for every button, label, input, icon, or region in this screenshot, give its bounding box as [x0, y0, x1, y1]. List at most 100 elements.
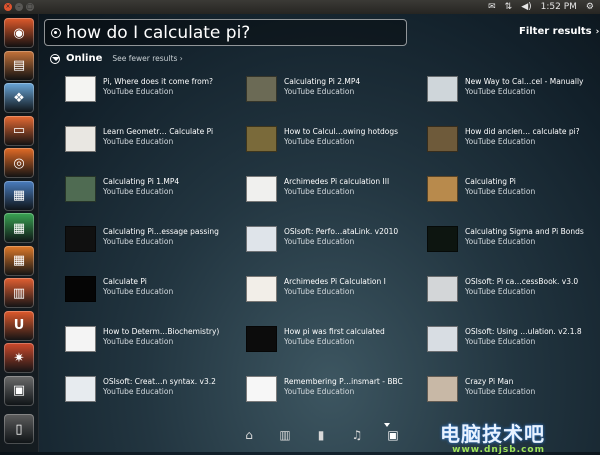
impress-icon: ▦	[12, 253, 26, 268]
result-title: Learn Geometr… Calculate Pi	[103, 127, 214, 136]
launcher-item[interactable]: ▣	[4, 375, 34, 406]
launcher-item[interactable]: ▤	[4, 50, 34, 81]
result-source: YouTube Education	[103, 337, 174, 346]
result-title: Calculating Pi	[465, 177, 516, 186]
launcher-item[interactable]: ◎	[4, 148, 34, 178]
clock[interactable]: 1:52 PM	[541, 2, 577, 12]
home-lens-icon[interactable]: ⌂	[240, 428, 258, 442]
network-icon[interactable]: ⇅	[505, 2, 513, 12]
video-thumbnail	[427, 76, 458, 102]
section-title: Online	[66, 53, 103, 64]
launcher-item[interactable]: ▯	[4, 414, 34, 444]
result-item[interactable]: Archimedes Pi calculation III YouTube Edu…	[246, 176, 424, 208]
result-source: YouTube Education	[284, 237, 355, 246]
result-source: YouTube Education	[103, 287, 174, 296]
result-source: YouTube Education	[284, 287, 355, 296]
result-item[interactable]: Calculating Pi 1.MP4 YouTube Education	[65, 176, 243, 208]
result-title: How pi was first calculated	[284, 327, 385, 336]
result-title: How did ancien… calculate pi?	[465, 127, 580, 136]
launcher-item[interactable]: ▭	[4, 115, 34, 146]
result-item[interactable]: Remembering P…insmart - BBC YouTube Educa…	[246, 376, 424, 408]
result-item[interactable]: Calculating Pi 2.MP4 YouTube Education	[246, 76, 424, 108]
result-item[interactable]: OSIsoft: Pi ca…cessBook. v3.0 YouTube Edu…	[427, 276, 600, 308]
result-title: How to Determ…Biochemistry)	[103, 327, 220, 336]
launcher-item[interactable]: ◉	[4, 18, 34, 48]
close-icon[interactable]: ×	[4, 3, 12, 11]
launcher-item[interactable]: ▥	[4, 278, 34, 308]
result-item[interactable]: Calculate Pi YouTube Education	[65, 276, 243, 308]
result-source: YouTube Education	[284, 87, 355, 96]
folder-icon: ▭	[12, 123, 26, 138]
result-item[interactable]: OSIsoft: Using …ulation. v2.1.8 YouTube E…	[427, 326, 600, 358]
result-title: Crazy Pi Man	[465, 377, 514, 386]
result-item[interactable]: Calculating Sigma and Pi Bonds YouTube Ed…	[427, 226, 600, 258]
video-thumbnail	[246, 276, 277, 302]
music-lens-icon[interactable]: ♫	[348, 428, 366, 442]
result-source: YouTube Education	[103, 137, 174, 146]
result-title: Calculating Pi 2.MP4	[284, 77, 361, 86]
result-item[interactable]: How to Calcul…owing hotdogs YouTube Educa…	[246, 126, 424, 158]
video-lens-icon[interactable]: ▣	[384, 428, 402, 442]
files-lens-icon[interactable]: ▮	[312, 428, 330, 442]
result-item[interactable]: How did ancien… calculate pi? YouTube Edu…	[427, 126, 600, 158]
gear-icon[interactable]: ⚙	[586, 2, 594, 12]
result-title: OSIsoft: Creat…n syntax. v3.2	[103, 377, 216, 386]
result-title: How to Calcul…owing hotdogs	[284, 127, 399, 136]
volume-icon[interactable]: ◀)	[521, 2, 531, 12]
launcher-item[interactable]: ✷	[4, 343, 34, 373]
minimize-icon[interactable]: –	[15, 3, 23, 11]
video-thumbnail	[427, 376, 458, 402]
result-item[interactable]: OSIsoft: Creat…n syntax. v3.2 YouTube Edu…	[65, 376, 243, 408]
chevron-right-icon: ›	[179, 54, 183, 63]
chevron-right-icon: ›	[595, 26, 600, 37]
launcher-item[interactable]: ▦	[4, 180, 34, 211]
video-thumbnail	[65, 126, 96, 152]
result-title: Archimedes Pi calculation III	[284, 177, 390, 186]
maximize-icon[interactable]: □	[26, 3, 34, 11]
online-category-icon	[50, 53, 60, 64]
result-item[interactable]: Calculating Pi YouTube Education	[427, 176, 600, 208]
result-item[interactable]: Crazy Pi Man YouTube Education	[427, 376, 600, 408]
window-controls: × – □	[4, 3, 34, 11]
software-center-icon: ▥	[12, 285, 26, 301]
writer-icon: ▦	[12, 188, 26, 203]
video-thumbnail	[246, 376, 277, 402]
result-item[interactable]: How pi was first calculated YouTube Educa…	[246, 326, 424, 358]
launcher-item[interactable]: U	[4, 310, 34, 341]
online-section-header: Online See fewer results ›	[50, 53, 183, 64]
filter-results-button[interactable]: Filter results ›	[519, 26, 599, 37]
result-title: Remembering P…insmart - BBC	[284, 377, 403, 386]
video-thumbnail	[246, 126, 277, 152]
result-source: YouTube Education	[284, 337, 355, 346]
result-item[interactable]: How to Determ…Biochemistry) YouTube Educa…	[65, 326, 243, 358]
disk-icon: ▤	[12, 58, 26, 73]
trash-icon: ▯	[15, 421, 23, 437]
result-item[interactable]: OSIsoft: Perfo…ataLink. v2010 YouTube Edu…	[246, 226, 424, 258]
video-thumbnail	[65, 226, 96, 252]
applications-lens-icon[interactable]: ▥	[276, 428, 294, 442]
launcher-item[interactable]: ▦	[4, 213, 34, 243]
watermark-url: www.dnjsb.com	[452, 445, 545, 455]
launcher-item[interactable]: ❖	[4, 83, 34, 113]
result-item[interactable]: Archimedes Pi Calculation I YouTube Educa…	[246, 276, 424, 308]
video-thumbnail	[246, 76, 277, 102]
result-item[interactable]: Calculating Pi…essage passing YouTube Edu…	[65, 226, 243, 258]
lens-bar: ⌂ ▥ ▮ ♫ ▣	[240, 428, 402, 442]
top-panel: × – □ ✉ ⇅ ◀) 1:52 PM ⚙	[0, 0, 600, 14]
settings-icon: ✷	[13, 350, 25, 366]
result-title: Archimedes Pi Calculation I	[284, 277, 386, 286]
launcher-item[interactable]: ▦	[4, 245, 34, 276]
search-box[interactable]: how do I calculate pi?	[44, 19, 407, 46]
result-item[interactable]: New Way to Cal…cel - Manually YouTube Edu…	[427, 76, 600, 108]
result-item[interactable]: Learn Geometr… Calculate Pi YouTube Educa…	[65, 126, 243, 158]
video-thumbnail	[65, 326, 96, 352]
result-source: YouTube Education	[465, 287, 536, 296]
envelope-icon[interactable]: ✉	[488, 2, 496, 12]
result-item[interactable]: Pi, Where does it come from? YouTube Educ…	[65, 76, 243, 108]
result-title: Calculating Pi…essage passing	[103, 227, 219, 236]
windows-icon: ❖	[13, 90, 25, 106]
search-input[interactable]: how do I calculate pi?	[66, 23, 250, 43]
see-fewer-results-link[interactable]: See fewer results ›	[112, 54, 182, 63]
result-source: YouTube Education	[284, 387, 355, 396]
result-source: YouTube Education	[284, 137, 355, 146]
